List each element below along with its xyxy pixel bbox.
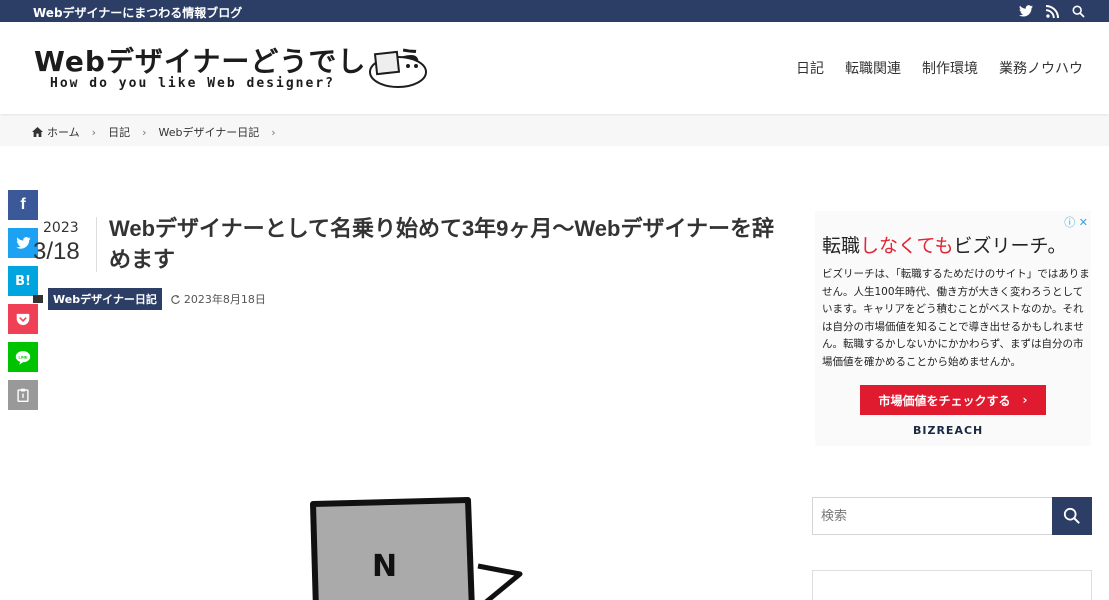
- site-tagline: Webデザイナーにまつわる情報ブログ: [33, 6, 243, 20]
- facebook-icon: f: [20, 196, 26, 213]
- breadcrumb-item-diary[interactable]: 日記: [108, 124, 130, 140]
- nav-item-environment[interactable]: 制作環境: [922, 58, 978, 78]
- sidebar-search: [812, 497, 1092, 535]
- post-date-monthday: 3/18: [33, 238, 80, 265]
- breadcrumb-item-webdesigner-diary[interactable]: Webデザイナー日記: [158, 124, 259, 140]
- logo-subtitle: How do you like Web designer?: [50, 76, 335, 91]
- clipboard-icon: [17, 388, 29, 402]
- chevron-right-icon: ›: [1022, 393, 1028, 407]
- post-date-year: 2023: [43, 220, 79, 236]
- search-button[interactable]: [1052, 497, 1092, 535]
- ad-headline-part: 転職: [822, 236, 861, 257]
- facebook-share-button[interactable]: f: [8, 190, 38, 220]
- svg-text:LINE: LINE: [18, 354, 27, 359]
- ad-body: ビズリーチは、「転職するためだけのサイト」ではありません。人生100年時代、働き…: [822, 268, 1090, 368]
- rss-icon[interactable]: [1044, 3, 1060, 19]
- folder-icon: [33, 295, 43, 303]
- pocket-icon: [16, 313, 30, 325]
- nav-item-career[interactable]: 転職関連: [845, 58, 901, 78]
- article-meta: Webデザイナー日記 2023年8月18日: [33, 288, 266, 310]
- logo-mascot-icon: [369, 50, 427, 88]
- category-badge[interactable]: Webデザイナー日記: [48, 288, 162, 310]
- ad-headline: 転職しなくてもビズリーチ。: [822, 231, 1067, 258]
- search-icon: [1063, 507, 1080, 524]
- sidebar-ad[interactable]: ⓘ ✕ 転職しなくてもビズリーチ。 ビズリーチは、「転職するためだけのサイト」で…: [815, 211, 1091, 446]
- search-input[interactable]: [813, 498, 1053, 534]
- ad-headline-accent: しなくても: [860, 236, 954, 257]
- breadcrumb: ホーム › 日記 › Webデザイナー日記 ›: [32, 124, 288, 140]
- chevron-right-icon: ›: [142, 125, 147, 139]
- twitter-icon[interactable]: [1018, 3, 1034, 19]
- site-header: Webデザイナーどうでしょう How do you like Web desig…: [0, 22, 1109, 114]
- top-bar: Webデザイナーにまつわる情報ブログ: [0, 0, 1109, 22]
- breadcrumb-home-label: ホーム: [47, 126, 80, 139]
- sidebar-widget: [812, 570, 1092, 600]
- divider: [96, 217, 97, 272]
- ad-cta-button[interactable]: 市場価値をチェックする ›: [860, 385, 1046, 415]
- chevron-right-icon: ›: [91, 125, 97, 139]
- updated-date-text: 2023年8月18日: [183, 293, 266, 306]
- breadcrumb-bar: ホーム › 日記 › Webデザイナー日記 ›: [0, 116, 1109, 146]
- line-share-button[interactable]: LINE: [8, 342, 38, 372]
- nav-item-knowhow[interactable]: 業務ノウハウ: [999, 58, 1083, 78]
- line-icon: LINE: [15, 350, 31, 365]
- ad-headline-part: ビズリーチ。: [953, 236, 1067, 257]
- article-title: Webデザイナーとして名乗り始めて3年9ヶ月〜Webデザイナーを辞めます: [109, 216, 775, 272]
- twitter-icon: [15, 237, 31, 249]
- nav-item-diary[interactable]: 日記: [796, 58, 824, 78]
- ad-brand-logo: BIZREACH: [913, 424, 984, 437]
- ad-info-icon[interactable]: ⓘ ✕: [1064, 214, 1088, 230]
- search-icon[interactable]: [1070, 3, 1086, 19]
- copy-url-button[interactable]: [8, 380, 38, 410]
- eyecatch-illustration: N: [310, 497, 523, 600]
- updated-date: 2023年8月18日: [170, 291, 266, 307]
- breadcrumb-home[interactable]: ホーム: [32, 124, 80, 140]
- hatena-icon: B!: [15, 273, 31, 289]
- chevron-right-icon: ›: [271, 125, 276, 139]
- svg-text:N: N: [372, 549, 397, 584]
- site-logo[interactable]: Webデザイナーどうでしょう How do you like Web desig…: [34, 38, 434, 98]
- home-icon: [32, 127, 43, 137]
- global-nav: 日記 転職関連 制作環境 業務ノウハウ: [796, 58, 1083, 78]
- refresh-icon: [171, 294, 180, 304]
- ad-cta-label: 市場価値をチェックする: [878, 393, 1011, 408]
